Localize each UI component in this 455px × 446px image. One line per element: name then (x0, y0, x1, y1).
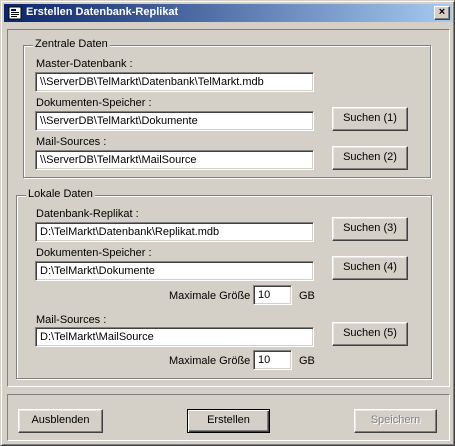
local-mail-field[interactable]: D:\TelMarkt\MailSource (35, 327, 314, 347)
central-data-title: Zentrale Daten (33, 38, 110, 50)
close-icon: × (438, 6, 446, 18)
central-mail-field[interactable]: \\ServerDB\TelMarkt\MailSource (35, 150, 314, 170)
window-title: Erstellen Datenbank-Replikat (26, 6, 179, 18)
local-docs-label: Dokumenten-Speicher : (36, 247, 152, 259)
search-button-2[interactable]: Suchen (2) (332, 146, 408, 170)
title-bar[interactable]: Erstellen Datenbank-Replikat × (4, 4, 452, 22)
mail-max-size-field[interactable]: 10 (253, 350, 292, 370)
docs-max-size-label: Maximale Größe : (169, 290, 257, 302)
close-button[interactable]: × (434, 6, 450, 20)
central-docs-label: Dokumenten-Speicher : (36, 97, 152, 109)
search-button-3[interactable]: Suchen (3) (332, 217, 408, 241)
local-data-group: Lokale Daten Datenbank-Replikat : D:\Tel… (16, 188, 432, 379)
hide-button[interactable]: Ausblenden (18, 409, 103, 433)
master-db-field[interactable]: \\ServerDB\TelMarkt\Datenbank\TelMarkt.m… (35, 72, 314, 92)
local-docs-field[interactable]: D:\TelMarkt\Dokumente (35, 261, 314, 281)
footer-panel: Ausblenden Erstellen Speichern (7, 394, 450, 441)
replica-field[interactable]: D:\TelMarkt\Datenbank\Replikat.mdb (35, 222, 314, 242)
mail-max-size-label: Maximale Größe : (169, 355, 257, 367)
database-icon (8, 6, 22, 20)
docs-max-size-field[interactable]: 10 (253, 285, 292, 305)
replica-label: Datenbank-Replikat : (36, 208, 139, 220)
local-mail-label: Mail-Sources : (36, 314, 107, 326)
save-button[interactable]: Speichern (354, 409, 437, 433)
docs-max-size-unit: GB (299, 290, 315, 302)
search-button-5[interactable]: Suchen (5) (332, 322, 408, 346)
mail-max-size-unit: GB (299, 355, 315, 367)
create-button[interactable]: Erstellen (187, 409, 270, 433)
central-docs-field[interactable]: \\ServerDB\TelMarkt\Dokumente (35, 111, 314, 131)
dialog-window: Erstellen Datenbank-Replikat × Zentrale … (0, 0, 455, 446)
central-mail-label: Mail-Sources : (36, 136, 107, 148)
main-panel: Zentrale Daten Master-Datenbank : \\Serv… (7, 29, 450, 387)
local-data-title: Lokale Daten (26, 188, 95, 200)
central-data-group: Zentrale Daten Master-Datenbank : \\Serv… (23, 38, 431, 178)
search-button-1[interactable]: Suchen (1) (332, 107, 408, 131)
master-db-label: Master-Datenbank : (36, 58, 133, 70)
search-button-4[interactable]: Suchen (4) (332, 256, 408, 280)
